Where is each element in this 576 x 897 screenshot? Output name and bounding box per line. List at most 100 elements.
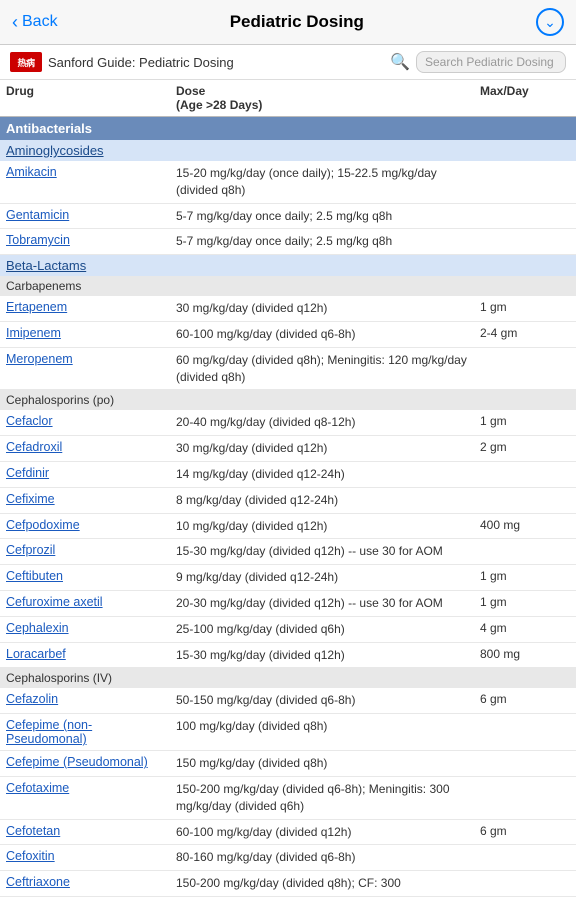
col-dose: Dose (Age >28 Days) xyxy=(176,84,480,112)
page-title: Pediatric Dosing xyxy=(230,12,364,32)
drug-dose: 60-100 mg/kg/day (divided q6-8h) xyxy=(176,326,480,343)
drug-max: 1 gm xyxy=(480,300,570,314)
drug-name[interactable]: Loracarbef xyxy=(6,647,176,661)
table-row: Tobramycin5-7 mg/kg/day once daily; 2.5 … xyxy=(0,229,576,255)
drug-name[interactable]: Cefdinir xyxy=(6,466,176,480)
drug-name[interactable]: Tobramycin xyxy=(6,233,176,247)
table-row: Cefdinir14 mg/kg/day (divided q12-24h) xyxy=(0,462,576,488)
table-row: Cefepime (non-Pseudomonal)100 mg/kg/day … xyxy=(0,714,576,751)
drug-table: AntibacterialsAminoglycosidesAmikacin15-… xyxy=(0,117,576,897)
drug-name[interactable]: Amikacin xyxy=(6,165,176,179)
drug-dose: 150-200 mg/kg/day (divided q6-8h); Menin… xyxy=(176,781,480,815)
search-placeholder: Search Pediatric Dosing xyxy=(425,55,554,69)
drug-name[interactable]: Cefazolin xyxy=(6,692,176,706)
table-row: Cefixime8 mg/kg/day (divided q12-24h) xyxy=(0,488,576,514)
drug-max: 6 gm xyxy=(480,824,570,838)
drug-name[interactable]: Meropenem xyxy=(6,352,176,366)
drug-name[interactable]: Cefepime (non-Pseudomonal) xyxy=(6,718,176,746)
subheader: 热病 Sanford Guide: Pediatric Dosing 🔍 Sea… xyxy=(0,45,576,80)
drug-dose: 9 mg/kg/day (divided q12-24h) xyxy=(176,569,480,586)
drug-dose: 15-30 mg/kg/day (divided q12h) -- use 30… xyxy=(176,543,480,560)
drug-dose: 30 mg/kg/day (divided q12h) xyxy=(176,300,480,317)
drug-name[interactable]: Gentamicin xyxy=(6,208,176,222)
drug-max: 2-4 gm xyxy=(480,326,570,340)
table-row: Ertapenem30 mg/kg/day (divided q12h)1 gm xyxy=(0,296,576,322)
drug-dose: 80-160 mg/kg/day (divided q6-8h) xyxy=(176,849,480,866)
search-input[interactable]: Search Pediatric Dosing xyxy=(416,51,566,73)
table-row: Loracarbef15-30 mg/kg/day (divided q12h)… xyxy=(0,643,576,669)
drug-dose: 8 mg/kg/day (divided q12-24h) xyxy=(176,492,480,509)
subcategory-header: Carbapenems xyxy=(0,276,576,296)
search-icon[interactable]: 🔍 xyxy=(390,52,410,72)
table-row: Cefuroxime axetil20-30 mg/kg/day (divide… xyxy=(0,591,576,617)
drug-dose: 20-40 mg/kg/day (divided q8-12h) xyxy=(176,414,480,431)
drug-name[interactable]: Ceftibuten xyxy=(6,569,176,583)
subsection-header[interactable]: Aminoglycosides xyxy=(0,140,576,161)
drug-dose: 60-100 mg/kg/day (divided q12h) xyxy=(176,824,480,841)
drug-dose: 15-30 mg/kg/day (divided q12h) xyxy=(176,647,480,664)
drug-name[interactable]: Cefotaxime xyxy=(6,781,176,795)
drug-dose: 30 mg/kg/day (divided q12h) xyxy=(176,440,480,457)
table-row: Cefaclor20-40 mg/kg/day (divided q8-12h)… xyxy=(0,410,576,436)
chevron-left-icon: ‹ xyxy=(12,12,18,33)
table-row: Cefazolin50-150 mg/kg/day (divided q6-8h… xyxy=(0,688,576,714)
drug-name[interactable]: Cefpodoxime xyxy=(6,518,176,532)
drug-max: 6 gm xyxy=(480,692,570,706)
drug-name[interactable]: Cefadroxil xyxy=(6,440,176,454)
drug-name[interactable]: Ertapenem xyxy=(6,300,176,314)
drug-dose: 15-20 mg/kg/day (once daily); 15-22.5 mg… xyxy=(176,165,480,199)
subheader-right: 🔍 Search Pediatric Dosing xyxy=(390,51,566,73)
drug-name[interactable]: Cefoxitin xyxy=(6,849,176,863)
drug-dose: 150-200 mg/kg/day (divided q8h); CF: 300 xyxy=(176,875,480,892)
drug-dose: 100 mg/kg/day (divided q8h) xyxy=(176,718,480,735)
back-label: Back xyxy=(22,13,58,31)
drug-max: 4 gm xyxy=(480,621,570,635)
drug-name[interactable]: Cefotetan xyxy=(6,824,176,838)
subcategory-header: Cephalosporins (IV) xyxy=(0,668,576,688)
col-drug: Drug xyxy=(6,84,176,112)
drug-dose: 25-100 mg/kg/day (divided q6h) xyxy=(176,621,480,638)
drug-name[interactable]: Imipenem xyxy=(6,326,176,340)
chevron-down-icon: ⌄ xyxy=(544,14,556,31)
table-row: Gentamicin5-7 mg/kg/day once daily; 2.5 … xyxy=(0,204,576,230)
drug-dose: 20-30 mg/kg/day (divided q12h) -- use 30… xyxy=(176,595,480,612)
col-max: Max/Day xyxy=(480,84,570,112)
back-button[interactable]: ‹ Back xyxy=(12,12,58,33)
drug-max: 2 gm xyxy=(480,440,570,454)
table-row: Imipenem60-100 mg/kg/day (divided q6-8h)… xyxy=(0,322,576,348)
table-row: Cefpodoxime10 mg/kg/day (divided q12h)40… xyxy=(0,514,576,540)
table-row: Cephalexin25-100 mg/kg/day (divided q6h)… xyxy=(0,617,576,643)
drug-name[interactable]: Cephalexin xyxy=(6,621,176,635)
logo-box: 热病 xyxy=(10,52,42,72)
drug-name[interactable]: Cefaclor xyxy=(6,414,176,428)
drug-dose: 14 mg/kg/day (divided q12-24h) xyxy=(176,466,480,483)
table-row: Cefoxitin80-160 mg/kg/day (divided q6-8h… xyxy=(0,845,576,871)
subcategory-header: Cephalosporins (po) xyxy=(0,390,576,410)
drug-name[interactable]: Cefixime xyxy=(6,492,176,506)
drug-name[interactable]: Cefuroxime axetil xyxy=(6,595,176,609)
drug-max: 800 mg xyxy=(480,647,570,661)
nav-bar: ‹ Back Pediatric Dosing ⌄ xyxy=(0,0,576,45)
table-row: Cefotetan60-100 mg/kg/day (divided q12h)… xyxy=(0,820,576,846)
drug-dose: 150 mg/kg/day (divided q8h) xyxy=(176,755,480,772)
table-row: Cefadroxil30 mg/kg/day (divided q12h)2 g… xyxy=(0,436,576,462)
table-row: Ceftriaxone150-200 mg/kg/day (divided q8… xyxy=(0,871,576,897)
column-headers: Drug Dose (Age >28 Days) Max/Day xyxy=(0,80,576,117)
drug-max: 1 gm xyxy=(480,595,570,609)
drug-max: 400 mg xyxy=(480,518,570,532)
table-row: Cefprozil15-30 mg/kg/day (divided q12h) … xyxy=(0,539,576,565)
drug-name[interactable]: Cefprozil xyxy=(6,543,176,557)
circle-button[interactable]: ⌄ xyxy=(536,8,564,36)
drug-dose: 50-150 mg/kg/day (divided q6-8h) xyxy=(176,692,480,709)
drug-name[interactable]: Ceftriaxone xyxy=(6,875,176,889)
logo-text: 热病 xyxy=(17,56,34,69)
drug-name[interactable]: Cefepime (Pseudomonal) xyxy=(6,755,176,769)
table-row: Amikacin15-20 mg/kg/day (once daily); 15… xyxy=(0,161,576,204)
subheader-title: Sanford Guide: Pediatric Dosing xyxy=(48,55,234,70)
drug-dose: 5-7 mg/kg/day once daily; 2.5 mg/kg q8h xyxy=(176,233,480,250)
drug-max: 1 gm xyxy=(480,569,570,583)
table-row: Cefepime (Pseudomonal)150 mg/kg/day (div… xyxy=(0,751,576,777)
subsection-header[interactable]: Beta-Lactams xyxy=(0,255,576,276)
table-row: Ceftibuten9 mg/kg/day (divided q12-24h)1… xyxy=(0,565,576,591)
drug-dose: 60 mg/kg/day (divided q8h); Meningitis: … xyxy=(176,352,480,386)
